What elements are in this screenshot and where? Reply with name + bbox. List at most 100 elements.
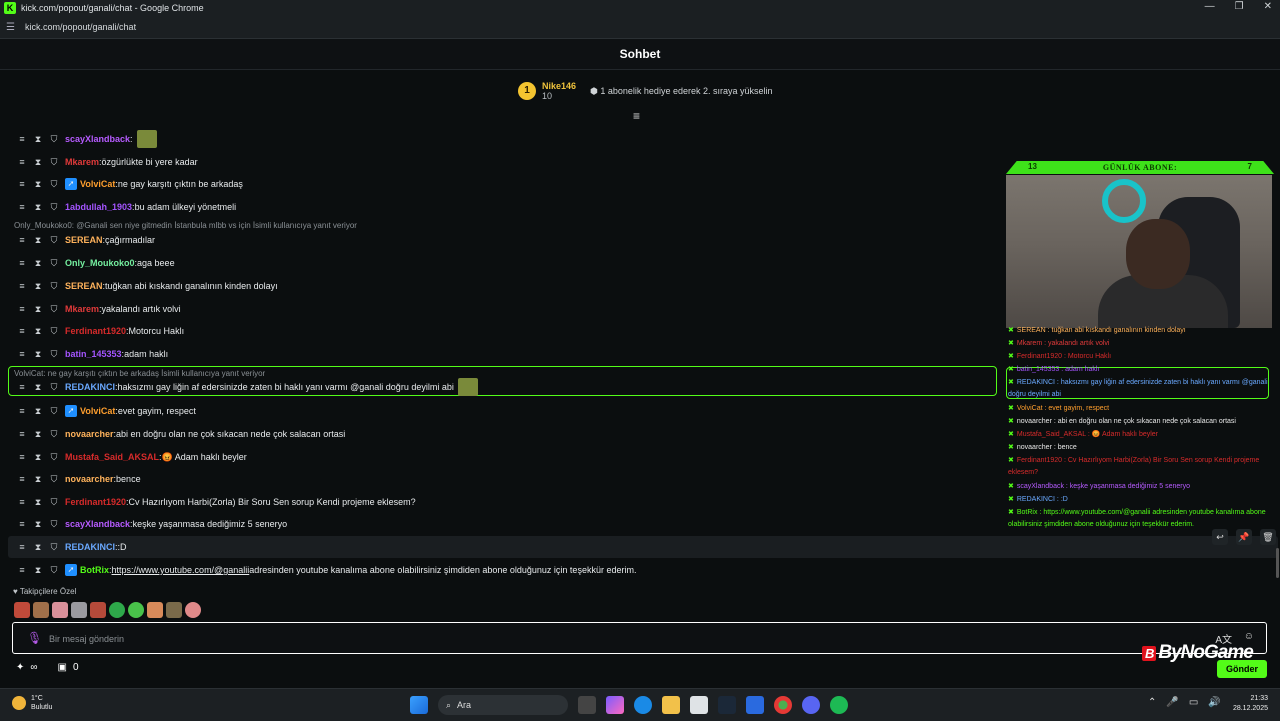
menu-icon[interactable]: ≡ — [17, 474, 27, 484]
emote-icon[interactable] — [33, 602, 49, 618]
shield-icon[interactable]: ⛉ — [49, 202, 59, 213]
collapse-menu-icon[interactable]: ≡ — [633, 110, 647, 122]
chat-username[interactable]: SEREAN — [65, 235, 103, 245]
chat-username[interactable]: VolviCat — [80, 406, 115, 416]
emote-icon[interactable] — [147, 602, 163, 618]
emote-icon[interactable] — [128, 602, 144, 618]
chat-username[interactable]: novaarcher — [65, 429, 114, 439]
menu-icon[interactable]: ≡ — [17, 349, 27, 359]
shield-icon[interactable]: ⛉ — [49, 304, 59, 315]
menu-icon[interactable]: ≡ — [17, 157, 27, 167]
shield-icon[interactable]: ⛉ — [49, 519, 59, 530]
reply-icon[interactable]: ↩ — [1212, 529, 1228, 545]
chat-username[interactable]: SEREAN — [65, 281, 103, 291]
message-link[interactable]: https://www.youtube.com/@ganalii — [112, 565, 250, 575]
timeout-icon[interactable]: ⧗ — [33, 497, 43, 508]
chat-message[interactable]: ≡ ⧗ ⛉ 1abdullah_1903: bu adam ülkeyi yönetm… — [0, 196, 236, 218]
menu-icon[interactable]: ≡ — [17, 565, 27, 575]
chat-input-box[interactable]: 🎙 A文 ☺ — [12, 622, 1267, 654]
chat-message[interactable]: ≡ ⧗ ⛉ ➚ VolviCat: evet gayim, respect — [0, 400, 196, 422]
shield-icon[interactable]: ⛉ — [49, 406, 59, 417]
file-explorer-icon[interactable] — [662, 696, 680, 714]
chat-scrollbar[interactable] — [1276, 548, 1279, 578]
chat-message[interactable]: ≡ ⧗ ⛉ Only_Moukoko0: aga beee — [0, 252, 174, 274]
chat-username[interactable]: batin_145353 — [65, 349, 122, 359]
chat-message[interactable]: ≡ ⧗ ⛉ SEREAN: çağırmadılar — [0, 229, 155, 251]
timeout-icon[interactable]: ⧗ — [33, 519, 43, 530]
send-button[interactable]: Gönder — [1217, 660, 1267, 678]
chat-message[interactable]: ≡ ⧗ ⛉ SEREAN: tuğkan abi kıskandı ganalının… — [0, 275, 277, 297]
shield-icon[interactable]: ⛉ — [49, 565, 59, 576]
shield-icon[interactable]: ⛉ — [49, 349, 59, 360]
sparkle-icon[interactable]: ✦ — [16, 662, 24, 673]
chat-username[interactable]: scayXlandback — [65, 134, 130, 144]
shield-icon[interactable]: ⛉ — [49, 429, 59, 440]
url-text[interactable]: kick.com/popout/ganali/chat — [25, 22, 136, 32]
menu-icon[interactable]: ≡ — [17, 326, 27, 336]
menu-icon[interactable]: ≡ — [17, 258, 27, 268]
minimize-icon[interactable]: — — [1205, 1, 1215, 12]
copilot-icon[interactable] — [606, 696, 624, 714]
emoji-icon[interactable]: ☺ — [1244, 631, 1254, 642]
emote-icon[interactable] — [90, 602, 106, 618]
chat-username[interactable]: 1abdullah_1903 — [65, 202, 132, 212]
gift-leaderboard[interactable]: 1 Nike146 10 ⬢ 1 abonelik hediye ederek … — [518, 77, 773, 105]
chat-username[interactable]: BotRix — [80, 565, 109, 575]
timeout-icon[interactable]: ⧗ — [33, 406, 43, 417]
shield-icon[interactable]: ⛉ — [49, 474, 59, 485]
pin-icon[interactable]: 📌 — [1236, 529, 1252, 545]
chevron-up-icon[interactable]: ⌃ — [1148, 697, 1156, 708]
network-icon[interactable]: ▭ — [1189, 697, 1198, 708]
infinity-icon[interactable]: ∞ — [30, 662, 37, 673]
weather-widget[interactable]: 1°C Bulutlu — [12, 694, 52, 712]
menu-icon[interactable]: ≡ — [17, 202, 27, 212]
chat-username[interactable]: Mkarem — [65, 157, 99, 167]
menu-icon[interactable]: ≡ — [17, 429, 27, 439]
chat-message[interactable]: ≡ ⧗ ⛉ Ferdinant1920: Motorcu Haklı — [0, 320, 184, 342]
shield-icon[interactable]: ⛉ — [49, 281, 59, 292]
edge-icon[interactable] — [634, 696, 652, 714]
shield-icon[interactable]: ⛉ — [49, 134, 59, 145]
chat-message[interactable]: ≡ ⧗ ⛉ Mkarem: yakalandı artık volvi — [0, 298, 180, 320]
menu-icon[interactable]: ≡ — [17, 382, 27, 392]
shield-icon[interactable]: ⛉ — [49, 452, 59, 463]
shield-icon[interactable]: ⛉ — [49, 179, 59, 190]
restore-icon[interactable]: ❐ — [1235, 1, 1244, 12]
menu-icon[interactable]: ≡ — [17, 542, 27, 552]
mail-icon[interactable] — [746, 696, 764, 714]
emote-icon[interactable] — [52, 602, 68, 618]
windows-start-icon[interactable] — [410, 696, 428, 714]
menu-icon[interactable]: ≡ — [17, 134, 27, 144]
emote-icon[interactable] — [166, 602, 182, 618]
chat-message[interactable]: ≡ ⧗ ⛉ Mustafa_Said_AKSAL: 😡 Adam haklı beyl… — [0, 446, 246, 468]
steam-icon[interactable] — [718, 696, 736, 714]
timeout-icon[interactable]: ⧗ — [33, 326, 43, 337]
menu-icon[interactable]: ≡ — [17, 497, 27, 507]
emote-icon[interactable] — [109, 602, 125, 618]
timeout-icon[interactable]: ⧗ — [33, 474, 43, 485]
clock[interactable]: 21:33 28.12.2025 — [1228, 694, 1268, 714]
volume-icon[interactable]: 🔊 — [1208, 697, 1220, 708]
chat-username[interactable]: scayXlandback — [65, 519, 130, 529]
timeout-icon[interactable]: ⧗ — [33, 134, 43, 145]
site-info-icon[interactable]: ☰ — [6, 22, 18, 33]
chat-username[interactable]: Ferdinant1920 — [65, 326, 126, 336]
chat-message[interactable]: ≡ ⧗ ⛉ Mkarem: özgürlükte bi yere kadar — [0, 151, 197, 173]
chat-message[interactable]: ≡ ⧗ ⛉ Ferdinant1920: Cv Hazırlıyom Harbi(Zo… — [0, 491, 415, 513]
timeout-icon[interactable]: ⧗ — [33, 452, 43, 463]
delete-icon[interactable]: 🗑 — [1260, 529, 1276, 545]
chat-username[interactable]: REDAKINCI — [65, 542, 115, 552]
menu-icon[interactable]: ≡ — [17, 281, 27, 291]
chat-message[interactable]: ≡ ⧗ ⛉ novaarcher: abi en doğru olan ne çok … — [0, 423, 345, 445]
timeout-icon[interactable]: ⧗ — [33, 202, 43, 213]
chat-username[interactable]: Ferdinant1920 — [65, 497, 126, 507]
shield-icon[interactable]: ⛉ — [49, 497, 59, 508]
microphone-icon[interactable]: 🎙 — [27, 631, 42, 645]
emote-icon[interactable] — [71, 602, 87, 618]
mic-tray-icon[interactable]: 🎤 — [1166, 697, 1178, 708]
shield-icon[interactable]: ⛉ — [49, 382, 59, 393]
chat-message[interactable]: ≡ ⧗ ⛉ novaarcher: bence — [0, 468, 140, 490]
shield-icon[interactable]: ⛉ — [49, 157, 59, 168]
shield-icon[interactable]: ⛉ — [49, 542, 59, 553]
timeout-icon[interactable]: ⧗ — [33, 281, 43, 292]
